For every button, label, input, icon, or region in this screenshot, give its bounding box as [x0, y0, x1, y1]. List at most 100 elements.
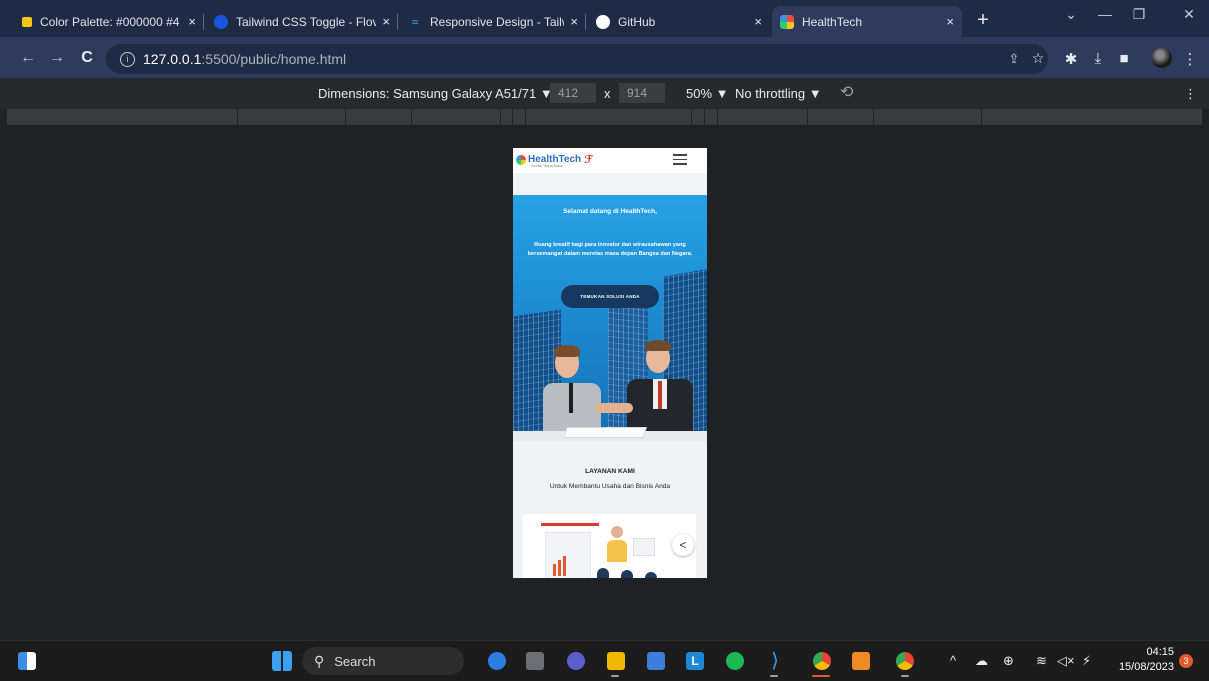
site-info-icon[interactable]: i [120, 51, 135, 67]
new-tab-button[interactable]: + [972, 9, 994, 32]
illustration-audience [597, 568, 609, 578]
services-subtitle: Untuk Membantu Usaha dan Bisnis Anda [549, 483, 671, 490]
device-width-input[interactable]: 412 [550, 83, 596, 103]
clock-time: 04:15 [1146, 646, 1174, 658]
wifi-icon[interactable]: ≋ [1036, 653, 1047, 669]
address-bar[interactable]: i 127.0.0.1:5500/public/home.html [106, 44, 1048, 74]
device-height-input[interactable]: 914 [619, 83, 665, 103]
forward-icon[interactable]: → [47, 49, 67, 67]
chrome-menu-icon[interactable]: ⋮ [1180, 50, 1200, 68]
illustration-board [545, 532, 591, 578]
chrome-icon[interactable] [813, 652, 831, 670]
logo-mark-icon [516, 154, 526, 165]
running-indicator [770, 675, 778, 677]
hero-section: Selamat datang di HealthTech, Ruang krea… [513, 173, 707, 441]
reload-icon[interactable]: C [77, 49, 97, 67]
vscode-icon[interactable]: ⟩ [766, 651, 784, 671]
flowbite-icon [214, 14, 228, 29]
back-icon[interactable]: ← [18, 49, 38, 67]
taskbar-clock[interactable]: 04:15 15/08/2023 [1112, 645, 1174, 675]
device-toolbar: Dimensions: Samsung Galaxy A51/71 ▼ 412 … [0, 78, 1209, 109]
logo-tagline: Inovasi Tanpa Batas [531, 164, 563, 168]
throttling-select[interactable]: No throttling ▼ [735, 86, 822, 101]
running-indicator [611, 675, 619, 677]
bing-icon[interactable] [488, 652, 506, 670]
illustration-board-bar [541, 523, 599, 526]
tab-responsive-design[interactable]: ≈ Responsive Design - Tailw × [400, 6, 586, 37]
notification-badge[interactable]: 3 [1179, 654, 1193, 668]
tab-color-palette[interactable]: Color Palette: #000000 #4 × [14, 6, 204, 37]
illustration-person-head [611, 526, 623, 538]
running-indicator [901, 675, 909, 677]
task-view-icon[interactable] [526, 652, 544, 670]
share-page-icon[interactable]: ⇪ [1004, 51, 1024, 67]
chart-bar-icon [563, 556, 566, 576]
device-more-icon[interactable]: ⋮ [1184, 86, 1197, 102]
microsoft-store-icon[interactable] [647, 652, 665, 670]
rotate-icon[interactable]: ⟲ [840, 82, 853, 102]
l-app-icon[interactable]: L [686, 652, 704, 670]
device-dimensions-select[interactable]: Dimensions: Samsung Galaxy A51/71 ▼ [318, 86, 553, 101]
profile-avatar-icon[interactable] [1152, 48, 1172, 68]
tab-title: Tailwind CSS Toggle - Flov [236, 14, 377, 29]
document-on-desk [562, 427, 648, 438]
tray-app-icon[interactable]: ⊕ [1003, 653, 1014, 669]
widgets-icon[interactable] [18, 652, 36, 670]
download-icon[interactable]: ⤓ [1088, 50, 1108, 67]
teams-icon[interactable] [567, 652, 585, 670]
tie-left [569, 383, 573, 413]
search-label: Search [334, 653, 376, 669]
tray-chevron-icon[interactable]: ^ [950, 653, 956, 668]
taskbar-search-box[interactable]: ⚲ Search [302, 647, 464, 675]
emulated-viewport[interactable]: HealthTech ℱ Inovasi Tanpa Batas Selamat… [513, 148, 707, 578]
clock-date: 15/08/2023 [1118, 661, 1174, 673]
tab-github[interactable]: GitHub × [588, 6, 770, 37]
tab-close-icon[interactable]: × [382, 14, 390, 29]
hero-top-band [513, 173, 707, 195]
battery-icon[interactable]: ⚡ [1082, 653, 1091, 669]
services-title: LAYANAN KAMI [585, 468, 635, 475]
illustration-person-body [607, 540, 627, 562]
github-icon [596, 14, 610, 29]
file-explorer-icon[interactable] [607, 652, 625, 670]
tab-tailwind-toggle[interactable]: Tailwind CSS Toggle - Flov × [206, 6, 398, 37]
tab-close-icon[interactable]: × [946, 14, 954, 29]
tab-title: Color Palette: #000000 #4 [40, 14, 180, 29]
tie-right [658, 381, 662, 409]
hamburger-menu-icon[interactable] [673, 154, 687, 165]
chrome-profile-icon[interactable] [896, 652, 914, 670]
bookmark-star-icon[interactable]: ☆ [1028, 50, 1048, 67]
start-menu-icon[interactable] [272, 651, 292, 671]
zoom-select[interactable]: 50% ▼ [686, 86, 729, 101]
minimize-icon[interactable]: — [1090, 6, 1120, 22]
side-panel-icon[interactable]: ■ [1114, 50, 1134, 67]
tab-healthtech[interactable]: HealthTech × [772, 6, 962, 37]
search-icon: ⚲ [314, 652, 325, 669]
tab-title: HealthTech [802, 14, 863, 29]
tab-close-icon[interactable]: × [570, 14, 578, 29]
spotify-icon[interactable] [726, 652, 744, 670]
tab-close-icon[interactable]: × [754, 14, 762, 29]
chart-bar-icon [553, 564, 556, 576]
site-navbar: HealthTech ℱ Inovasi Tanpa Batas [513, 148, 707, 173]
hero-welcome-text: Selamat datang di HealthTech, [563, 208, 657, 215]
service-card[interactable] [523, 514, 696, 578]
media-query-ruler[interactable] [7, 109, 1202, 125]
find-solution-button[interactable]: TEMUKAN SOLUSI ANDA [561, 285, 659, 308]
partner-logo: ℱ [584, 154, 594, 166]
extensions-puzzle-icon[interactable]: ✱ [1061, 50, 1081, 68]
businessman-right-hair [645, 340, 671, 351]
restore-icon[interactable]: ❐ [1124, 6, 1154, 23]
window-close-icon[interactable]: ✕ [1174, 6, 1204, 23]
onedrive-cloud-icon[interactable]: ☁ [975, 653, 988, 669]
share-icon[interactable]: < [672, 534, 694, 556]
tab-search-icon[interactable]: ⌄ [1056, 6, 1086, 23]
volume-icon[interactable]: ◁× [1057, 653, 1075, 669]
dimension-times: x [604, 86, 611, 101]
color-palette-icon [22, 16, 32, 27]
tab-close-icon[interactable]: × [188, 14, 196, 29]
xampp-icon[interactable] [852, 652, 870, 670]
tailwind-icon: ≈ [411, 14, 419, 29]
tab-title: GitHub [618, 14, 656, 29]
illustration-audience [645, 572, 657, 578]
